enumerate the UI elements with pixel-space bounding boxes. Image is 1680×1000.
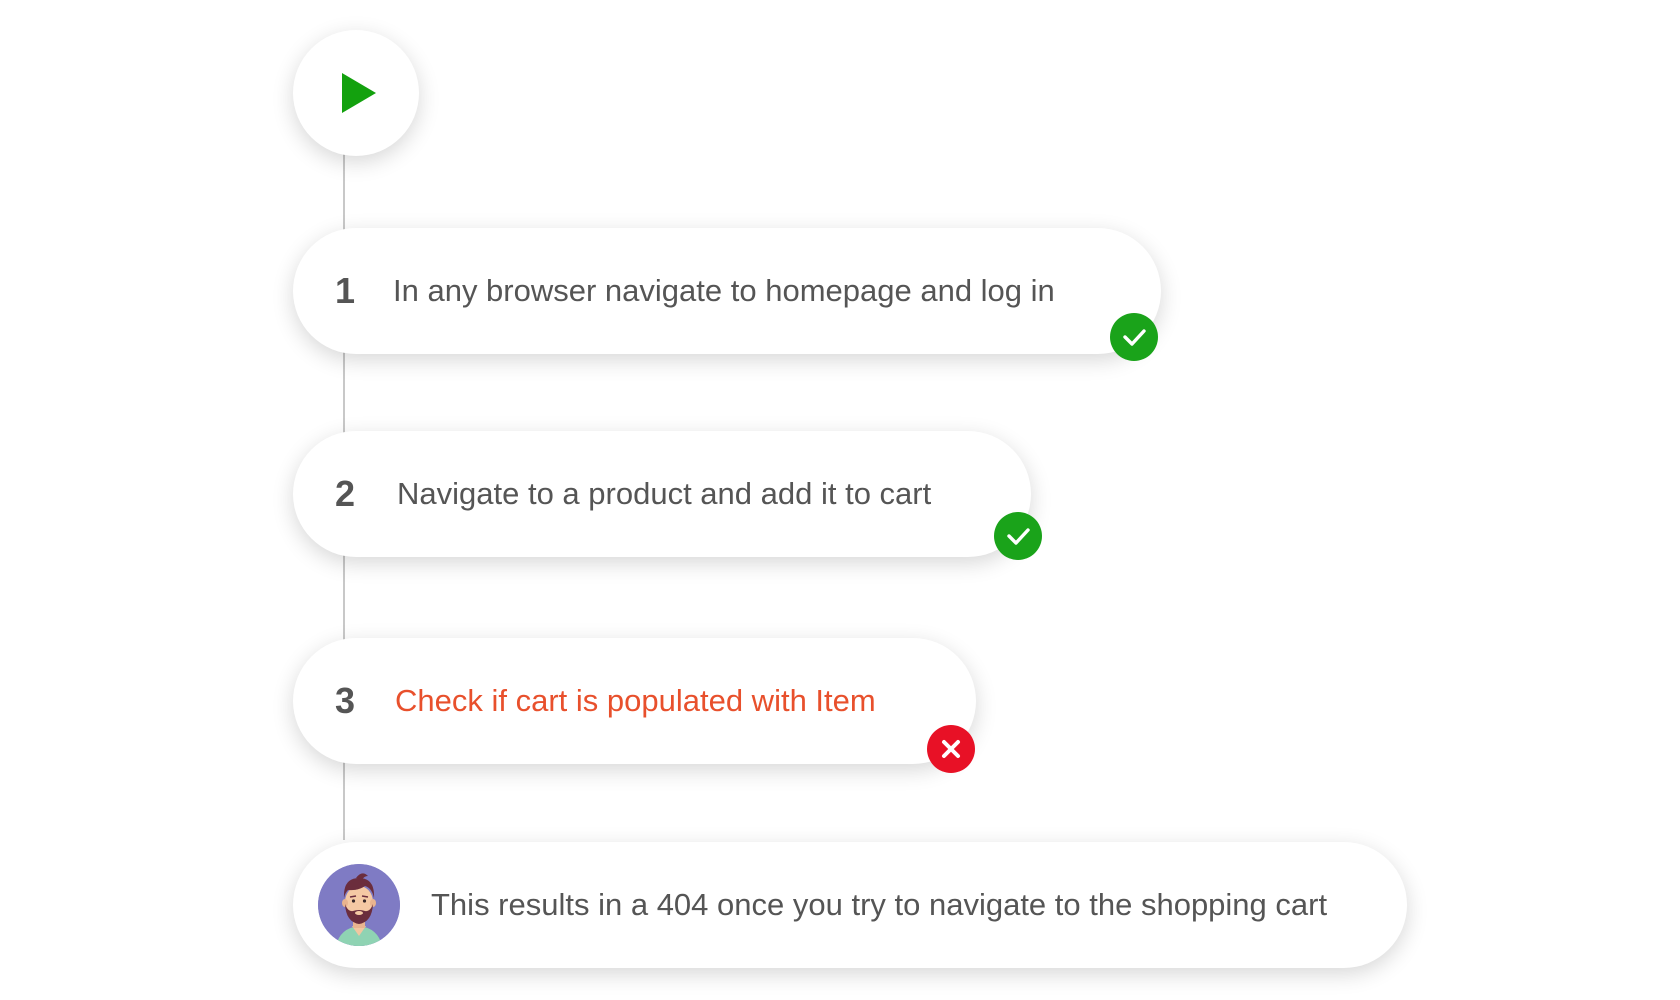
bearded-man-avatar-icon	[318, 864, 400, 946]
check-icon	[1123, 329, 1146, 346]
step-description: Check if cart is populated with Item	[395, 683, 876, 718]
test-step-2[interactable]: 2 Navigate to a product and add it to ca…	[293, 431, 1031, 557]
test-step-3[interactable]: 3 Check if cart is populated with Item	[293, 638, 976, 764]
test-step-1[interactable]: 1 In any browser navigate to homepage an…	[293, 228, 1161, 354]
comment-bubble[interactable]: This results in a 404 once you try to na…	[293, 842, 1407, 968]
comment-text: This results in a 404 once you try to na…	[431, 887, 1328, 922]
play-button[interactable]	[293, 30, 419, 156]
step-number: 2	[335, 473, 356, 514]
step-number: 1	[335, 270, 356, 311]
step-description: In any browser navigate to homepage and …	[393, 273, 1055, 308]
check-icon	[1007, 528, 1030, 545]
step-description: Navigate to a product and add it to cart	[397, 476, 932, 511]
step-2-pass-badge	[994, 512, 1042, 560]
test-run-timeline: 1 In any browser navigate to homepage an…	[0, 0, 1680, 1000]
x-icon	[942, 740, 960, 758]
play-icon	[342, 73, 376, 113]
step-3-fail-badge	[927, 725, 975, 773]
step-number: 3	[335, 680, 356, 721]
user-avatar[interactable]	[318, 864, 400, 946]
step-1-pass-badge	[1110, 313, 1158, 361]
